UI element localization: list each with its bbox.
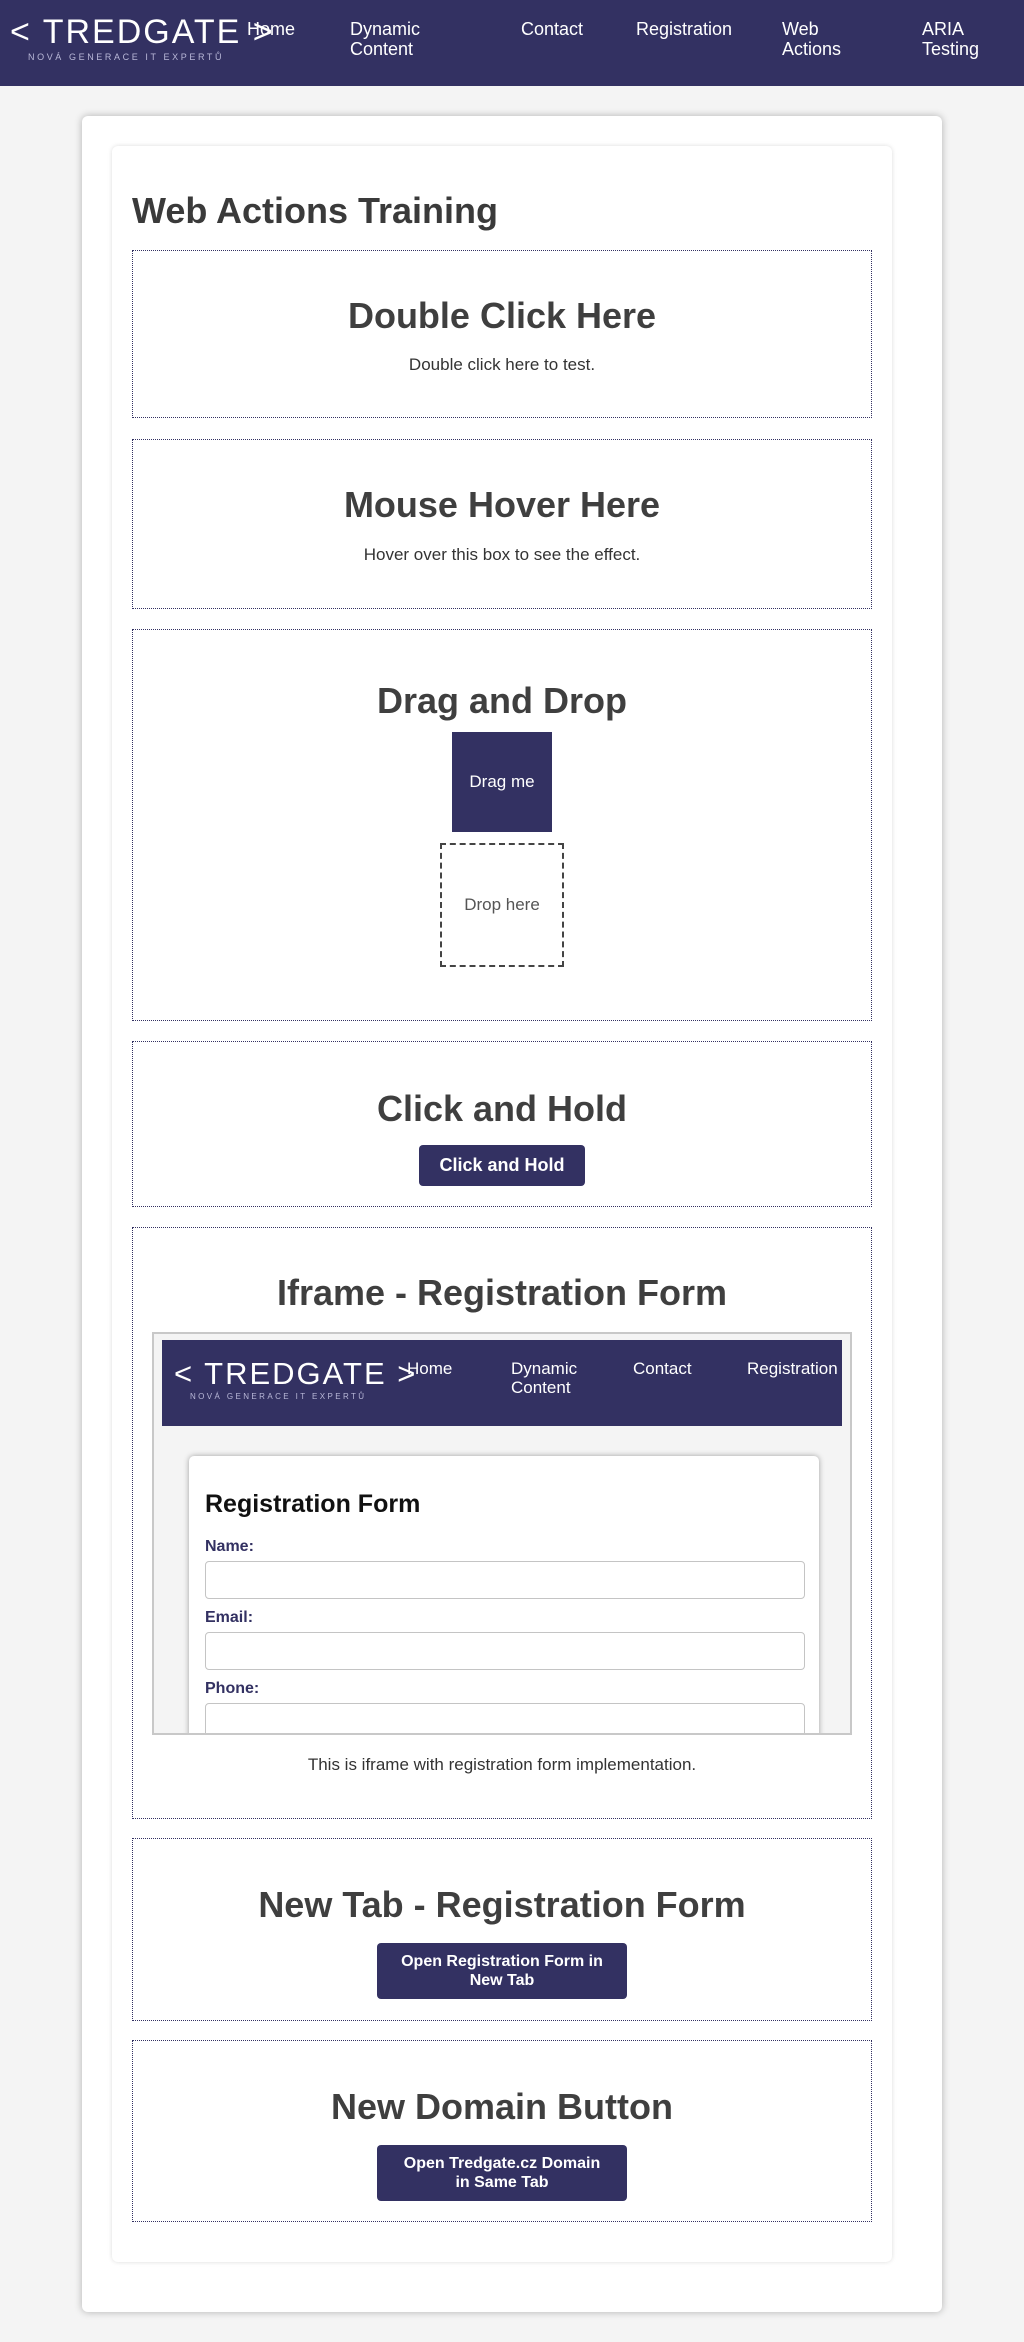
click-hold-heading: Click and Hold: [376, 1088, 628, 1129]
tredgate-logo[interactable]: < TREDGATE > NOVÁ GENERACE IT EXPERTŮ: [10, 13, 275, 65]
nav-link-dynamic-content[interactable]: Dynamic Content: [350, 19, 440, 59]
nav-link-home[interactable]: Home: [247, 19, 295, 39]
iframe-nav-link-registration[interactable]: Registration: [747, 1359, 838, 1378]
phone-label: Phone:: [205, 1680, 260, 1697]
logo-wordmark: < TREDGATE >: [10, 13, 275, 51]
iframe-tredgate-logo[interactable]: < TREDGATE > NOVÁ GENERACE IT EXPERTŮ: [174, 1358, 417, 1401]
hover-section[interactable]: Mouse Hover Here Hover over this box to …: [132, 439, 872, 609]
nav-link-registration[interactable]: Registration: [636, 19, 732, 39]
registration-form-title: Registration Form: [205, 1490, 421, 1518]
double-click-section[interactable]: Double Click Here Double click here to t…: [132, 250, 872, 418]
nav-link-contact[interactable]: Contact: [521, 19, 583, 39]
nav-link-web-actions[interactable]: Web Actions: [782, 19, 852, 59]
iframe-caption: This is iframe with registration form im…: [307, 1755, 697, 1774]
iframe-logo-wordmark: < TREDGATE >: [174, 1356, 418, 1391]
logo-tagline: NOVÁ GENERACE IT EXPERTŮ: [28, 52, 225, 62]
name-label: Name:: [205, 1538, 254, 1555]
name-input[interactable]: [205, 1561, 805, 1599]
drag-drop-heading: Drag and Drop: [376, 680, 627, 721]
drop-target-box[interactable]: Drop here: [440, 843, 564, 967]
open-tredgate-domain-button[interactable]: Open Tredgate.cz Domain in Same Tab: [377, 2145, 627, 2201]
new-tab-heading: New Tab - Registration Form: [258, 1884, 746, 1925]
nav-link-aria-testing[interactable]: ARIA Testing: [922, 19, 992, 59]
hover-text: Hover over this box to see the effect.: [363, 545, 641, 564]
email-label: Email:: [205, 1609, 254, 1626]
iframe-nav-link-home[interactable]: Home: [407, 1359, 452, 1378]
phone-input[interactable]: [205, 1703, 805, 1733]
double-click-text: Double click here to test.: [408, 355, 596, 374]
iframe-navigation: < TREDGATE > NOVÁ GENERACE IT EXPERTŮ Ho…: [162, 1340, 842, 1426]
draggable-box[interactable]: Drag me: [452, 732, 552, 832]
drag-label: Drag me: [469, 772, 535, 791]
double-click-heading: Double Click Here: [347, 295, 657, 336]
new-domain-heading: New Domain Button: [331, 2086, 673, 2127]
drop-label: Drop here: [464, 895, 540, 914]
registration-form-card: Registration Form Name: Email: Phone:: [189, 1456, 819, 1733]
iframe-logo-tagline: NOVÁ GENERACE IT EXPERTŮ: [190, 1392, 367, 1401]
open-registration-new-tab-button[interactable]: Open Registration Form in New Tab: [377, 1943, 627, 1999]
page-title: Web Actions Training: [132, 190, 499, 231]
top-navigation: < TREDGATE > NOVÁ GENERACE IT EXPERTŮ Ho…: [0, 0, 1024, 86]
iframe-nav-link-dynamic-content[interactable]: Dynamic Content: [511, 1359, 591, 1397]
email-input[interactable]: [205, 1632, 805, 1670]
hover-heading: Mouse Hover Here: [343, 484, 661, 525]
iframe-heading: Iframe - Registration Form: [276, 1272, 728, 1313]
iframe-nav-link-contact[interactable]: Contact: [633, 1359, 692, 1378]
registration-iframe[interactable]: < TREDGATE > NOVÁ GENERACE IT EXPERTŮ Ho…: [152, 1332, 852, 1735]
click-and-hold-button[interactable]: Click and Hold: [419, 1145, 585, 1186]
